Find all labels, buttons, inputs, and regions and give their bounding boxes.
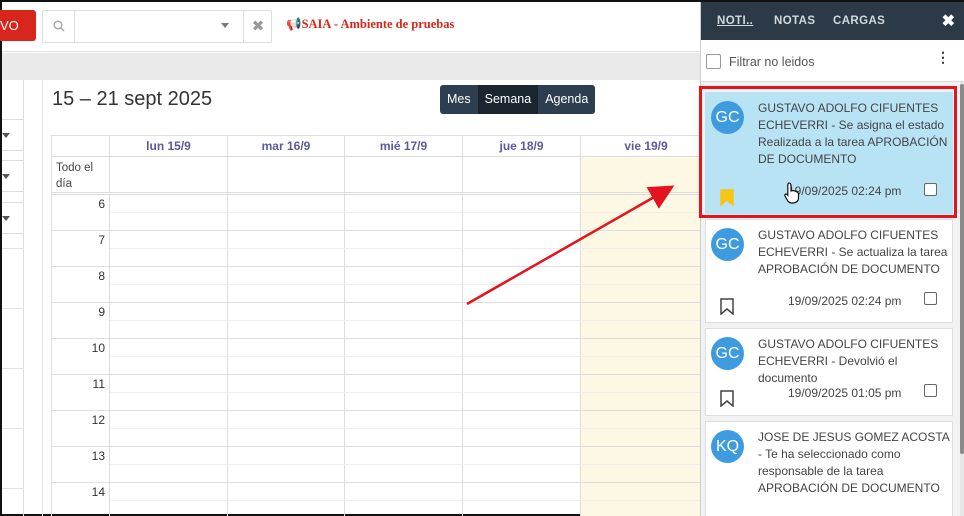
half-hour-line — [110, 248, 712, 249]
notifications-panel: NOTI.. NOTAS CARGAS ✖ Filtrar no leidos … — [700, 2, 964, 516]
new-button[interactable]: VO — [0, 10, 36, 41]
divider — [2, 248, 24, 249]
column-divider — [580, 136, 581, 516]
bookmark-icon[interactable] — [720, 298, 734, 315]
panel-header: NOTI.. NOTAS CARGAS ✖ — [701, 2, 964, 40]
clear-search-icon[interactable]: ✖ — [243, 11, 272, 42]
chevron-down-icon[interactable] — [221, 23, 229, 28]
notification-text: JOSE DE JESUS GOMEZ ACOSTA - Te ha selec… — [758, 430, 950, 495]
hour-line — [52, 482, 712, 483]
divider — [2, 308, 24, 309]
notification-date: 19/09/2025 01:05 pm — [788, 386, 902, 400]
top-toolbar: VO ✖ 📢SAIA - Ambiente de pruebas — [0, 2, 702, 52]
column-divider — [462, 136, 463, 516]
avatar: GC — [711, 228, 744, 261]
divider — [2, 488, 24, 489]
day-header-today[interactable]: vie 19/9 — [581, 136, 711, 157]
allday-label: Todo el día — [56, 162, 94, 190]
notification-text: GUSTAVO ADOLFO CIFUENTES ECHEVERRI - Se … — [758, 228, 948, 276]
close-icon[interactable]: ✖ — [942, 11, 955, 31]
secondary-bar — [2, 53, 702, 80]
day-header[interactable]: mar 16/9 — [228, 136, 345, 157]
hour-line — [52, 302, 712, 303]
filter-dropdown[interactable] — [2, 202, 24, 234]
filter-dropdown[interactable] — [2, 119, 24, 151]
hour-label: 13 — [91, 449, 105, 463]
scrollbar-thumb[interactable] — [960, 84, 964, 454]
notification-card[interactable]: KQ JOSE DE JESUS GOMEZ ACOSTA - Te ha se… — [705, 421, 953, 516]
tab-uploads[interactable]: CARGAS — [833, 15, 885, 27]
left-filter-pane — [2, 80, 24, 516]
filter-unread-label[interactable]: Filtrar no leidos — [729, 55, 814, 69]
hour-label: 14 — [91, 485, 105, 499]
column-divider — [109, 136, 110, 516]
avatar: GC — [711, 337, 744, 370]
megaphone-icon: 📢 — [286, 17, 302, 31]
chevron-down-icon — [2, 174, 10, 179]
day-header[interactable]: mié 17/9 — [345, 136, 463, 157]
day-header[interactable]: jue 18/9 — [463, 136, 581, 157]
view-switcher: Mes Semana Agenda — [440, 85, 596, 114]
gutter-header — [52, 136, 110, 157]
tab-notifications[interactable]: NOTI.. — [717, 15, 753, 27]
divider — [2, 368, 24, 369]
allday-separator — [52, 192, 712, 193]
hour-line — [52, 446, 712, 447]
notification-checkbox[interactable] — [924, 384, 937, 397]
notification-checkbox[interactable] — [924, 292, 937, 305]
half-hour-line — [110, 284, 712, 285]
hour-label: 8 — [98, 269, 105, 283]
hand-cursor-icon — [784, 182, 800, 204]
notification-date: 19/09/2025 02:24 pm — [788, 294, 902, 308]
today-column-highlight — [581, 157, 711, 516]
notification-card[interactable]: GC GUSTAVO ADOLFO CIFUENTES ECHEVERRI - … — [705, 219, 953, 323]
hour-line — [52, 338, 712, 339]
notification-card[interactable]: GC GUSTAVO ADOLFO CIFUENTES ECHEVERRI - … — [705, 328, 953, 416]
half-hour-line — [110, 356, 712, 357]
filter-unread-checkbox[interactable] — [706, 54, 721, 69]
divider — [42, 80, 43, 516]
calendar-title: 15 – 21 sept 2025 — [52, 88, 213, 110]
bookmark-icon[interactable] — [720, 390, 734, 407]
notification-text: GUSTAVO ADOLFO CIFUENTES ECHEVERRI - Dev… — [758, 337, 939, 385]
hour-label: 6 — [98, 197, 105, 211]
half-hour-line — [110, 392, 712, 393]
day-header[interactable]: lun 15/9 — [110, 136, 228, 157]
half-hour-line — [110, 428, 712, 429]
more-options-icon[interactable]: ⋮ — [933, 48, 953, 68]
annotation-highlight-box — [699, 86, 957, 218]
half-hour-line — [110, 464, 712, 465]
filter-dropdown[interactable] — [2, 160, 24, 192]
week-grid: lun 15/9 mar 16/9 mié 17/9 jue 18/9 vie … — [51, 135, 712, 516]
view-month-button[interactable]: Mes — [440, 85, 478, 114]
hour-label: 11 — [92, 377, 105, 391]
filter-row: Filtrar no leidos ⋮ — [701, 40, 964, 82]
half-hour-line — [110, 500, 712, 501]
avatar: KQ — [711, 430, 744, 463]
half-hour-line — [110, 320, 712, 321]
hour-line — [52, 194, 712, 195]
search-icon[interactable] — [43, 11, 75, 42]
view-agenda-button[interactable]: Agenda — [538, 85, 595, 114]
hour-label: 7 — [98, 233, 105, 247]
search-box[interactable]: ✖ — [42, 10, 272, 43]
chevron-down-icon — [2, 216, 10, 221]
hour-line — [52, 410, 712, 411]
divider — [2, 428, 24, 429]
hour-label: 10 — [91, 341, 105, 355]
view-week-button[interactable]: Semana — [477, 85, 539, 114]
hour-label: 9 — [98, 305, 105, 319]
column-divider — [227, 136, 228, 516]
column-divider — [344, 136, 345, 516]
hour-line — [52, 374, 712, 375]
hour-label: 12 — [91, 413, 105, 427]
hour-line — [52, 266, 712, 267]
chevron-down-icon — [2, 133, 10, 138]
half-hour-line — [110, 212, 712, 213]
hour-line — [52, 230, 712, 231]
tab-notes[interactable]: NOTAS — [774, 15, 815, 27]
environment-label: 📢SAIA - Ambiente de pruebas — [286, 17, 455, 31]
